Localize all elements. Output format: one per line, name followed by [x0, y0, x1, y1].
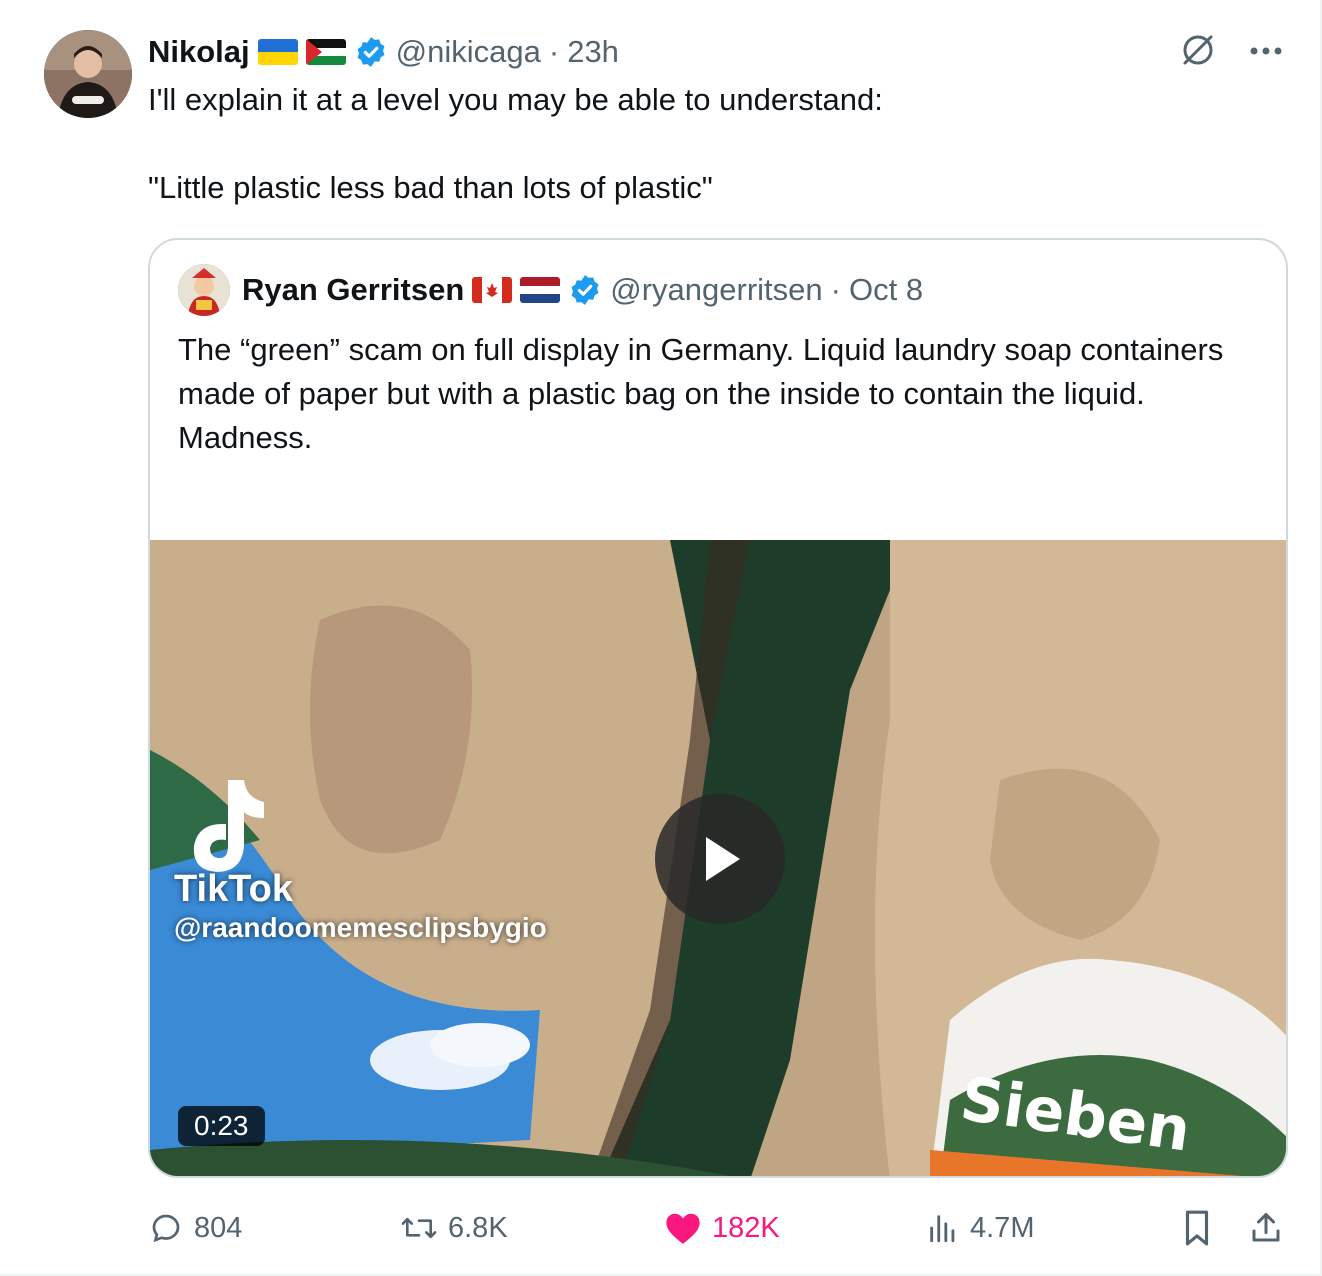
quoted-tweet[interactable]: Ryan Gerritsen @ryangerritsen · Oct 8 Th… — [148, 238, 1288, 1178]
quoted-author-avatar[interactable] — [178, 264, 230, 316]
header-separator: · — [548, 34, 560, 69]
verified-icon — [568, 273, 602, 307]
tweet-top-actions — [1178, 30, 1284, 75]
author-name[interactable]: Nikolaj — [148, 34, 250, 70]
tiktok-watermark-name: TikTok — [174, 868, 293, 910]
quoted-header-separator: · — [830, 272, 841, 307]
reply-button[interactable]: 804 — [148, 1204, 242, 1252]
share-icon — [1252, 1213, 1280, 1242]
view-count: 4.7M — [970, 1211, 1035, 1244]
play-icon — [706, 837, 740, 881]
repost-count: 6.8K — [448, 1211, 508, 1244]
reply-count: 804 — [194, 1211, 243, 1244]
quoted-tweet-header: Ryan Gerritsen @ryangerritsen · Oct 8 — [178, 264, 923, 316]
author-handle[interactable]: @nikicaga — [396, 34, 541, 70]
tweet-actions: 804 6.8K 182K 4.7M — [148, 1204, 1288, 1252]
palestine-flag-icon — [305, 39, 346, 65]
quoted-tweet-date[interactable]: Oct 8 — [849, 272, 923, 308]
netherlands-flag-icon — [520, 277, 561, 303]
play-button[interactable] — [655, 794, 785, 924]
repost-button[interactable]: 6.8K — [400, 1204, 508, 1252]
author-avatar[interactable] — [44, 30, 132, 118]
verified-icon — [354, 35, 388, 69]
repost-icon — [401, 1217, 437, 1239]
tweet-text: I'll explain it at a level you may be ab… — [148, 82, 883, 205]
grok-icon[interactable] — [1178, 30, 1218, 75]
views-icon — [930, 1215, 955, 1243]
bookmark-icon — [1185, 1210, 1209, 1246]
quoted-author-name[interactable]: Ryan Gerritsen — [242, 272, 464, 308]
like-count: 182K — [712, 1211, 780, 1244]
bookmark-button[interactable] — [1180, 1204, 1214, 1252]
quoted-tweet-text: The “green” scam on full display in Germ… — [178, 332, 1224, 455]
like-button[interactable]: 182K — [664, 1204, 780, 1252]
reply-icon — [152, 1214, 180, 1243]
more-icon[interactable] — [1248, 44, 1284, 62]
views-button[interactable]: 4.7M — [926, 1204, 1034, 1252]
video-duration: 0:23 — [178, 1106, 265, 1146]
canada-flag-icon — [472, 277, 513, 303]
like-icon — [666, 1213, 700, 1244]
quoted-author-handle[interactable]: @ryangerritsen — [610, 272, 822, 308]
tweet-time[interactable]: 23h — [567, 34, 619, 70]
share-button[interactable] — [1248, 1204, 1284, 1252]
video-player[interactable]: TikTok @raandoomemesclipsbygio Sieben 0:… — [150, 540, 1286, 1176]
tiktok-watermark-user: @raandoomemesclipsbygio — [174, 912, 547, 943]
ukraine-flag-icon — [257, 39, 298, 65]
tweet-card[interactable]: Nikolaj @nikicaga · 23h I'll explain it … — [0, 0, 1322, 1276]
tweet-header: Nikolaj @nikicaga · 23h — [148, 30, 619, 74]
